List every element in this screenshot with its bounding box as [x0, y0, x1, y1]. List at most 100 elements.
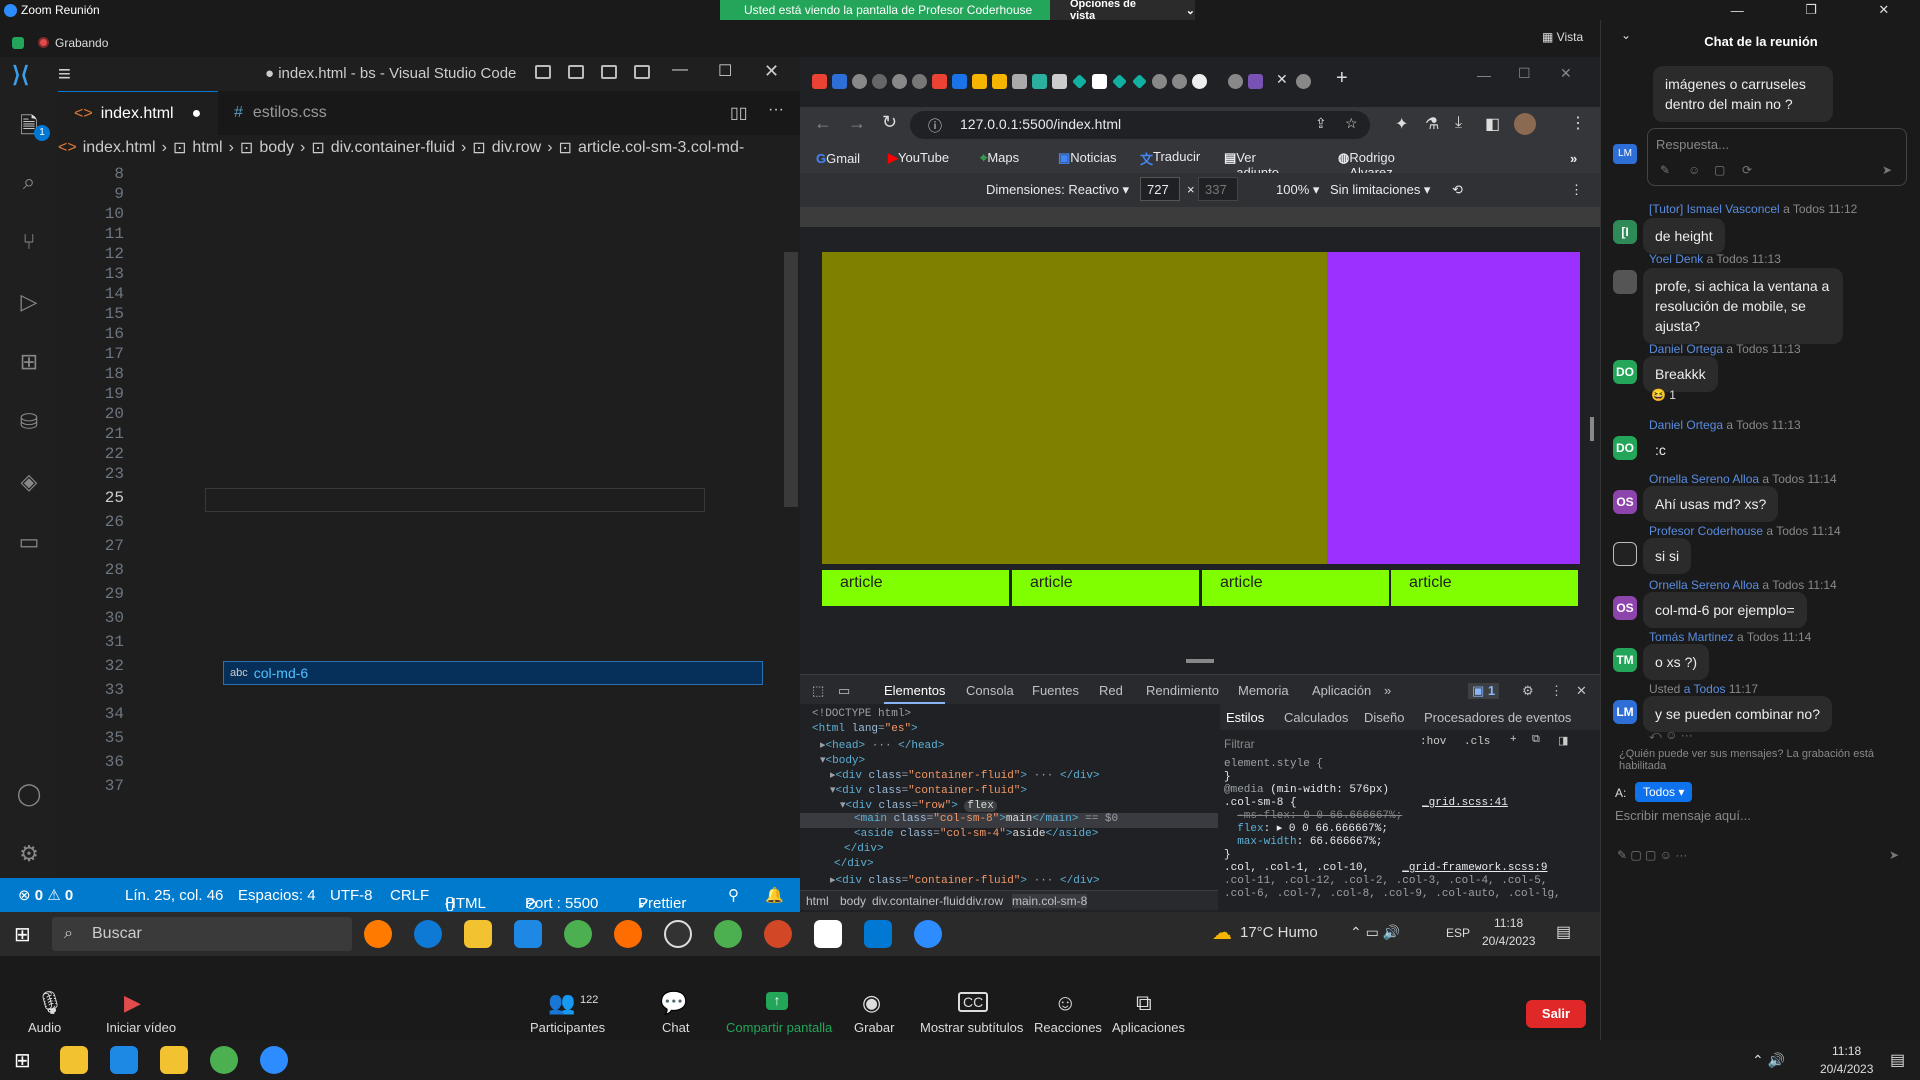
run-debug-icon[interactable]: ▷ [14, 289, 44, 319]
chat-toolbar[interactable]: ✎ ▢ ▢ ☺ ··· [1617, 848, 1687, 862]
more-menu-icon[interactable]: ⋮ [1570, 113, 1586, 133]
chat-message-input[interactable]: Escribir mensaje aquí... [1615, 808, 1751, 823]
cls-toggle[interactable]: .cls [1464, 736, 1490, 748]
throttling-dropdown[interactable]: Sin limitaciones ▾ [1330, 182, 1430, 198]
tab-favicon-icon[interactable] [1152, 74, 1167, 89]
taskbar-search[interactable]: ⌕ Buscar [52, 917, 352, 951]
participants-icon[interactable]: 👥 [548, 990, 575, 1016]
dom-doctype[interactable]: <!DOCTYPE html> [812, 708, 911, 720]
reactions-icon[interactable]: ☺ [1054, 990, 1076, 1016]
customize-layout-icon[interactable] [634, 65, 650, 79]
close-icon[interactable]: ✕ [1560, 65, 1572, 82]
tab-elementos[interactable]: Elementos [884, 683, 946, 704]
computed-styles-icon[interactable]: ⧉ [1532, 734, 1540, 746]
view-options-button[interactable]: Opciones de vista ⌄ [1050, 0, 1195, 22]
side-panel-icon[interactable]: ◧ [1485, 114, 1500, 134]
dom-html[interactable]: <html lang="es"> [812, 723, 918, 735]
chrome-icon[interactable] [714, 920, 742, 948]
minimize-icon[interactable]: — [1477, 67, 1491, 83]
devtools-more-icon[interactable]: ⋮ [1550, 683, 1563, 699]
dimensions-dropdown[interactable]: Dimensiones: Reactivo ▾ [986, 182, 1129, 198]
dom-body[interactable]: ▾<body> [820, 753, 865, 767]
video-off-icon[interactable]: ▶ [124, 990, 141, 1016]
chat-icon[interactable]: 💬 [660, 990, 687, 1016]
extensions-icon[interactable]: ✦ [1395, 114, 1408, 134]
bookmark-noticias[interactable]: ▣ Noticias [1058, 150, 1117, 166]
apps-button[interactable]: Aplicaciones [1112, 1020, 1185, 1035]
dom-aside[interactable]: <aside class="col-sm-4">aside</aside> [854, 828, 1098, 840]
unsaved-dot-icon[interactable]: ● [192, 105, 202, 123]
reply-box[interactable]: Respuesta... ✎ ☺ ▢ ⟳ ➤ [1647, 128, 1907, 186]
tab-favicon-icon[interactable] [1032, 74, 1047, 89]
app-icon[interactable] [664, 920, 692, 948]
tray-icons[interactable]: ⌃ ▭ 🔊 [1350, 924, 1400, 941]
tab-fuentes[interactable]: Fuentes [1032, 683, 1079, 698]
app-icon[interactable] [514, 920, 542, 948]
tab-favicon-icon[interactable] [972, 74, 987, 89]
clock-date[interactable]: 20/4/2023 [1482, 934, 1535, 948]
database-icon[interactable]: ⛁ [14, 409, 44, 439]
clock-time[interactable]: 11:18 [1494, 916, 1523, 930]
rotate-icon[interactable]: ⟲ [1452, 182, 1463, 198]
tab-favicon-icon[interactable] [1296, 74, 1311, 89]
tab-favicon-icon[interactable] [952, 74, 967, 89]
flask-icon[interactable]: ⚗ [1425, 114, 1439, 134]
inspect-icon[interactable]: ⬚ [812, 683, 824, 699]
cc-icon[interactable]: CC [958, 992, 989, 1012]
toggle-secondary-sidebar-icon[interactable] [601, 65, 617, 79]
styles-filter-input[interactable]: Filtrar [1224, 734, 1424, 754]
powerpoint-icon[interactable] [764, 920, 792, 948]
tab-favicon-icon[interactable] [1112, 74, 1127, 89]
account-icon[interactable]: ◯ [14, 781, 44, 811]
tab-favicon-icon[interactable] [832, 74, 847, 89]
tab-favicon-icon[interactable] [1012, 74, 1027, 89]
screenshot-icon[interactable]: ⟳ [1742, 163, 1752, 177]
send-icon[interactable]: ➤ [1889, 848, 1899, 862]
issues-badge[interactable]: ▣ 1 [1468, 683, 1500, 699]
tab-aplicacion[interactable]: Aplicación [1312, 683, 1371, 698]
app-icon[interactable] [814, 920, 842, 948]
source-control-icon[interactable]: ⑂ [14, 229, 44, 259]
elements-panel[interactable]: <!DOCTYPE html> <html lang="es"> ▸<head>… [800, 704, 1218, 910]
dom-main[interactable]: <main class="col-sm-8">main</main> == $0 [854, 813, 1118, 825]
zoom-dropdown[interactable]: 100% ▾ [1276, 182, 1319, 198]
viewport-height-input[interactable]: 337 [1198, 177, 1238, 201]
privacy-note[interactable]: ¿Quién puede ver sus mensajes? La grabac… [1619, 748, 1915, 772]
tab-index-html[interactable]: <> index.html ● [58, 91, 218, 135]
file-explorer-icon[interactable] [464, 920, 492, 948]
leave-button[interactable]: Salir [1526, 1000, 1586, 1028]
extensions-icon[interactable]: ⊞ [14, 349, 44, 379]
audio-button[interactable]: Audio [28, 1020, 61, 1035]
send-icon[interactable]: ➤ [1882, 163, 1892, 177]
tab-favicon-icon[interactable] [1052, 74, 1067, 89]
layers-icon[interactable]: ◈ [14, 469, 44, 499]
resize-handle-right[interactable] [1590, 417, 1594, 441]
share-screen-icon[interactable]: ↑ [766, 992, 788, 1010]
dom-container[interactable]: ▾<div class="container-fluid"> [830, 783, 1027, 797]
message-actions[interactable]: ⤺ ☺ ··· [1649, 728, 1693, 743]
chat-button[interactable]: Chat [662, 1020, 689, 1035]
recipient-dropdown[interactable]: Todos ▾ [1635, 782, 1693, 802]
close-tab-icon[interactable]: ✕ [1276, 71, 1288, 88]
toggle-sidebar-icon[interactable] [535, 65, 551, 79]
accounts-icon[interactable]: ⚲ [728, 886, 739, 904]
device-mode-icon[interactable]: ▭ [838, 683, 850, 699]
windows-start-icon[interactable]: ⊞ [14, 1048, 31, 1073]
remote-explorer-icon[interactable]: ▭ [14, 529, 44, 559]
file-explorer-icon[interactable] [160, 1046, 188, 1074]
tray-icons[interactable]: ⌃ 🔊 [1752, 1052, 1785, 1069]
settings-gear-icon[interactable]: ⚙ [14, 841, 44, 871]
app-icon[interactable] [60, 1046, 88, 1074]
file-icon[interactable]: ▢ [1714, 163, 1725, 177]
dom-container[interactable]: ▸<div class="container-fluid"> ··· </div… [830, 768, 1100, 782]
app-icon[interactable] [364, 920, 392, 948]
maximize-icon[interactable]: ☐ [1518, 65, 1531, 82]
devtools-settings-icon[interactable]: ⚙ [1522, 683, 1534, 699]
format-icon[interactable]: ✎ [1660, 163, 1670, 177]
tab-consola[interactable]: Consola [966, 683, 1014, 698]
start-video-button[interactable]: Iniciar vídeo [106, 1020, 176, 1035]
end-of-line[interactable]: CRLF [390, 887, 429, 904]
reaction-badge[interactable]: 😆 1 [1651, 388, 1676, 402]
tab-favicon-icon[interactable] [912, 74, 927, 89]
close-icon[interactable]: ✕ [1878, 2, 1889, 18]
